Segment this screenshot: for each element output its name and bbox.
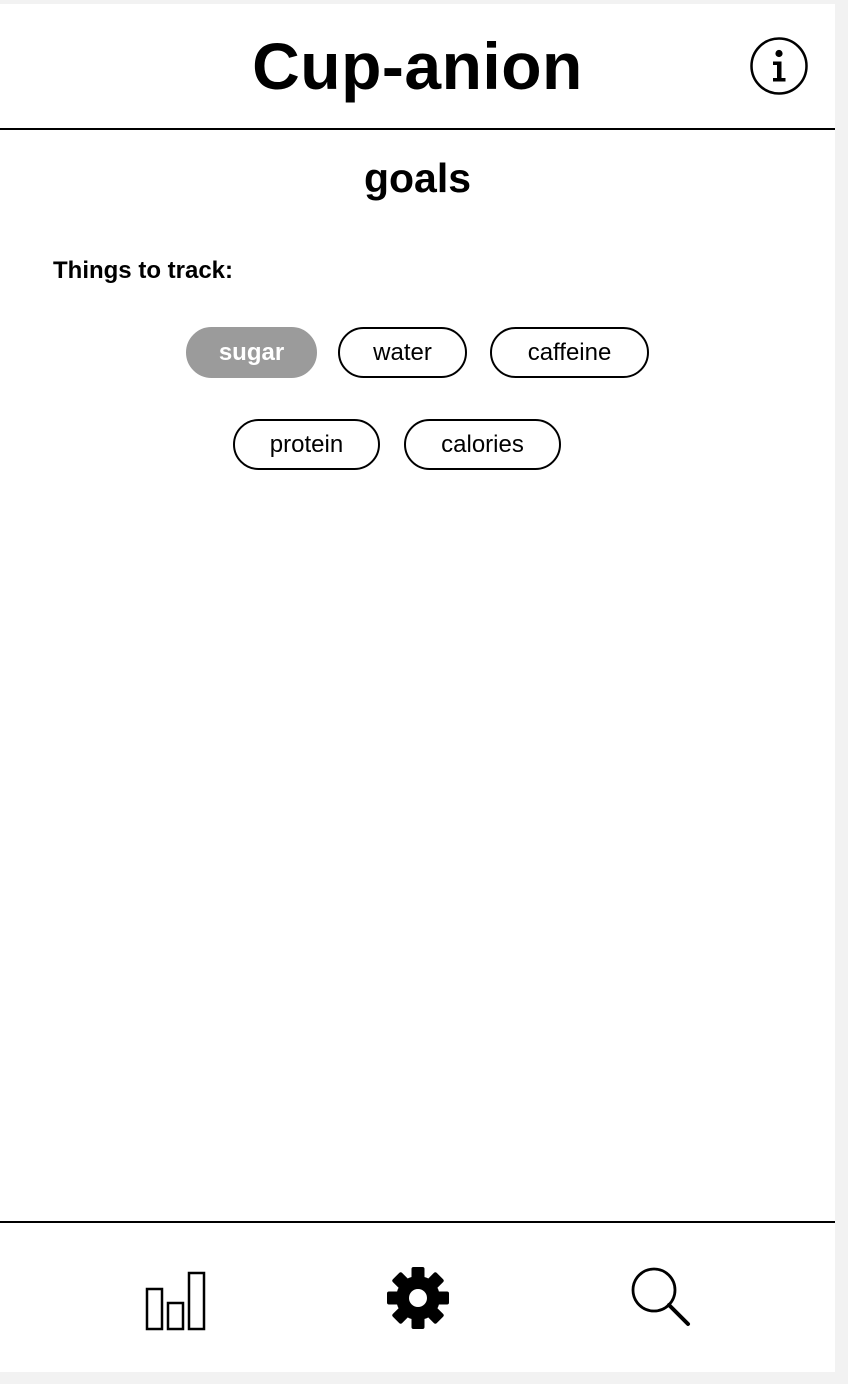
nav-settings-button[interactable]: [385, 1265, 451, 1331]
app-header: Cup-anion: [0, 4, 835, 130]
chip-sugar[interactable]: sugar: [186, 327, 317, 378]
page-title: goals: [363, 155, 472, 201]
bottom-nav: [0, 1221, 835, 1374]
chip-water[interactable]: water: [338, 327, 467, 378]
search-icon: [631, 1267, 690, 1326]
nav-search-button[interactable]: [630, 1266, 692, 1328]
info-icon: [750, 37, 808, 95]
gear-icon: [387, 1267, 449, 1329]
chip-protein[interactable]: protein: [233, 419, 380, 470]
info-button[interactable]: [750, 37, 808, 95]
app-screen: Cup-anion goals Things to track: sugar w…: [0, 4, 835, 1372]
nav-stats-button[interactable]: [143, 1267, 209, 1331]
chip-calories[interactable]: calories: [404, 419, 561, 470]
app-title: Cup-anion: [252, 29, 583, 103]
bar-chart-icon: [145, 1271, 206, 1331]
chip-caffeine[interactable]: caffeine: [490, 327, 649, 378]
things-to-track-label: Things to track:: [53, 257, 234, 284]
